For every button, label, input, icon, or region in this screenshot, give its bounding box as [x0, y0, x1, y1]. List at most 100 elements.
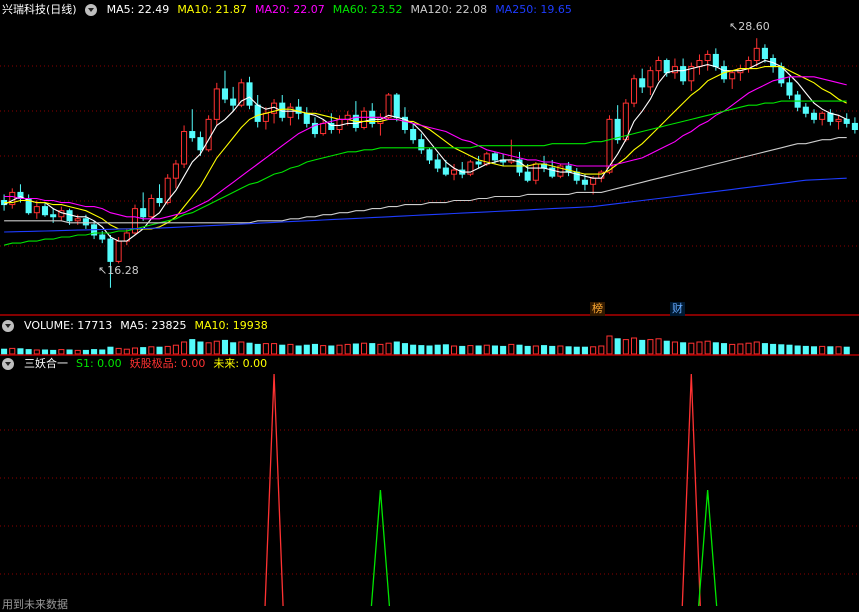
candle-body — [565, 165, 572, 173]
candle-body — [181, 131, 188, 165]
volume-bar — [434, 344, 441, 355]
candle-body — [851, 122, 858, 131]
volume-bar — [451, 345, 458, 355]
volume-bar — [66, 349, 73, 355]
candle-body — [115, 240, 122, 262]
volume-bar — [459, 345, 466, 355]
candle-body — [622, 102, 629, 141]
volume-bar — [573, 346, 580, 355]
volume-bar — [369, 343, 376, 355]
candle-body — [475, 161, 482, 165]
volume-bar — [9, 347, 16, 355]
main-panel-menu-icon[interactable] — [84, 4, 97, 16]
volume-bar — [328, 345, 335, 355]
candle-body — [827, 112, 834, 122]
candle-body — [639, 78, 646, 88]
volume-bar — [91, 349, 98, 355]
volume-bar — [483, 344, 490, 355]
candle-body — [786, 82, 793, 96]
indicator-name: 三妖合一 — [24, 357, 68, 370]
candle-body — [148, 197, 155, 218]
volume-bar — [352, 343, 359, 355]
volume-bar — [401, 343, 408, 355]
candle-body — [74, 218, 81, 222]
volume-bar — [810, 346, 818, 355]
volume-chart[interactable] — [0, 334, 859, 356]
candle-body — [630, 78, 638, 104]
volume-bar — [598, 345, 605, 355]
volume-bar — [344, 343, 351, 355]
volume-bar — [516, 344, 523, 355]
volume-bar — [271, 343, 278, 355]
volume-bar — [557, 345, 564, 355]
volume-bar — [336, 344, 343, 355]
candle-body — [434, 159, 441, 169]
volume-bar — [500, 345, 507, 355]
volume-bar — [491, 345, 498, 355]
candle-body — [156, 197, 163, 204]
candle-body — [410, 129, 417, 141]
volume-bar — [622, 339, 629, 355]
volume-bar — [729, 343, 736, 355]
candle-body — [663, 60, 670, 74]
ma60-line — [3, 100, 847, 246]
candle-body — [655, 60, 662, 72]
indicator-panel-header: 三妖合一 S1: 0.00 妖股极品: 0.00 未来: 0.00 — [0, 356, 267, 372]
s1-label: S1: 0.00 — [76, 357, 122, 370]
volume-bar — [115, 347, 122, 355]
volume-bar — [25, 349, 32, 355]
volume-bar — [835, 346, 842, 355]
volume-bar — [590, 346, 597, 355]
candle-body — [761, 47, 768, 59]
volume-bar — [221, 339, 229, 355]
volume-bar — [753, 341, 760, 355]
volume-bar — [279, 344, 286, 355]
volume-bar — [770, 343, 777, 355]
volume-bar — [17, 348, 24, 355]
volume-bar — [532, 345, 539, 355]
volume-bar — [148, 346, 155, 355]
candle-body — [361, 110, 368, 128]
volume-bar — [606, 335, 613, 355]
volume-panel-menu-icon[interactable] — [2, 320, 14, 332]
volume-bar — [630, 337, 638, 355]
volume-bar — [262, 343, 269, 355]
candle-body — [810, 112, 818, 120]
candle-body — [41, 206, 49, 216]
volume-label: VOLUME: 17713 — [24, 319, 113, 332]
volume-bar — [164, 345, 171, 355]
yaogu-spike — [681, 373, 701, 607]
candle-body — [680, 66, 687, 82]
volume-bar — [655, 338, 662, 355]
volume-bar — [107, 346, 114, 355]
candle-body — [254, 104, 261, 122]
indicator-panel-menu-icon[interactable] — [2, 358, 14, 370]
volume-bar — [827, 346, 834, 355]
candle-body — [451, 169, 458, 175]
volume-bar — [524, 345, 531, 355]
candle-body — [99, 234, 106, 240]
candle-body — [189, 131, 196, 139]
volume-bar — [238, 341, 245, 355]
cai-badge[interactable]: 财 — [670, 302, 685, 316]
volume-bar — [819, 345, 826, 355]
low-price-marker: ↖16.28 — [98, 264, 139, 277]
candle-body — [426, 149, 433, 161]
indicator-chart[interactable] — [0, 372, 859, 608]
volume-panel-header: VOLUME: 17713 MA5: 23825 MA10: 19938 — [0, 318, 268, 334]
candle-body — [262, 112, 269, 122]
volume-bar — [745, 342, 752, 355]
volume-bar — [410, 344, 417, 355]
volume-bar — [696, 341, 703, 355]
bang-badge[interactable]: 榜 — [590, 302, 605, 316]
volume-bar — [140, 347, 147, 355]
volume-bar — [540, 345, 548, 355]
volume-bar — [467, 345, 474, 355]
volume-bar — [663, 340, 670, 355]
ma5-line — [3, 59, 847, 242]
volume-bar — [393, 341, 400, 355]
volume-bar — [581, 346, 588, 355]
volume-bar — [761, 343, 768, 355]
volume-bar — [41, 349, 49, 355]
candle-body — [590, 177, 597, 185]
